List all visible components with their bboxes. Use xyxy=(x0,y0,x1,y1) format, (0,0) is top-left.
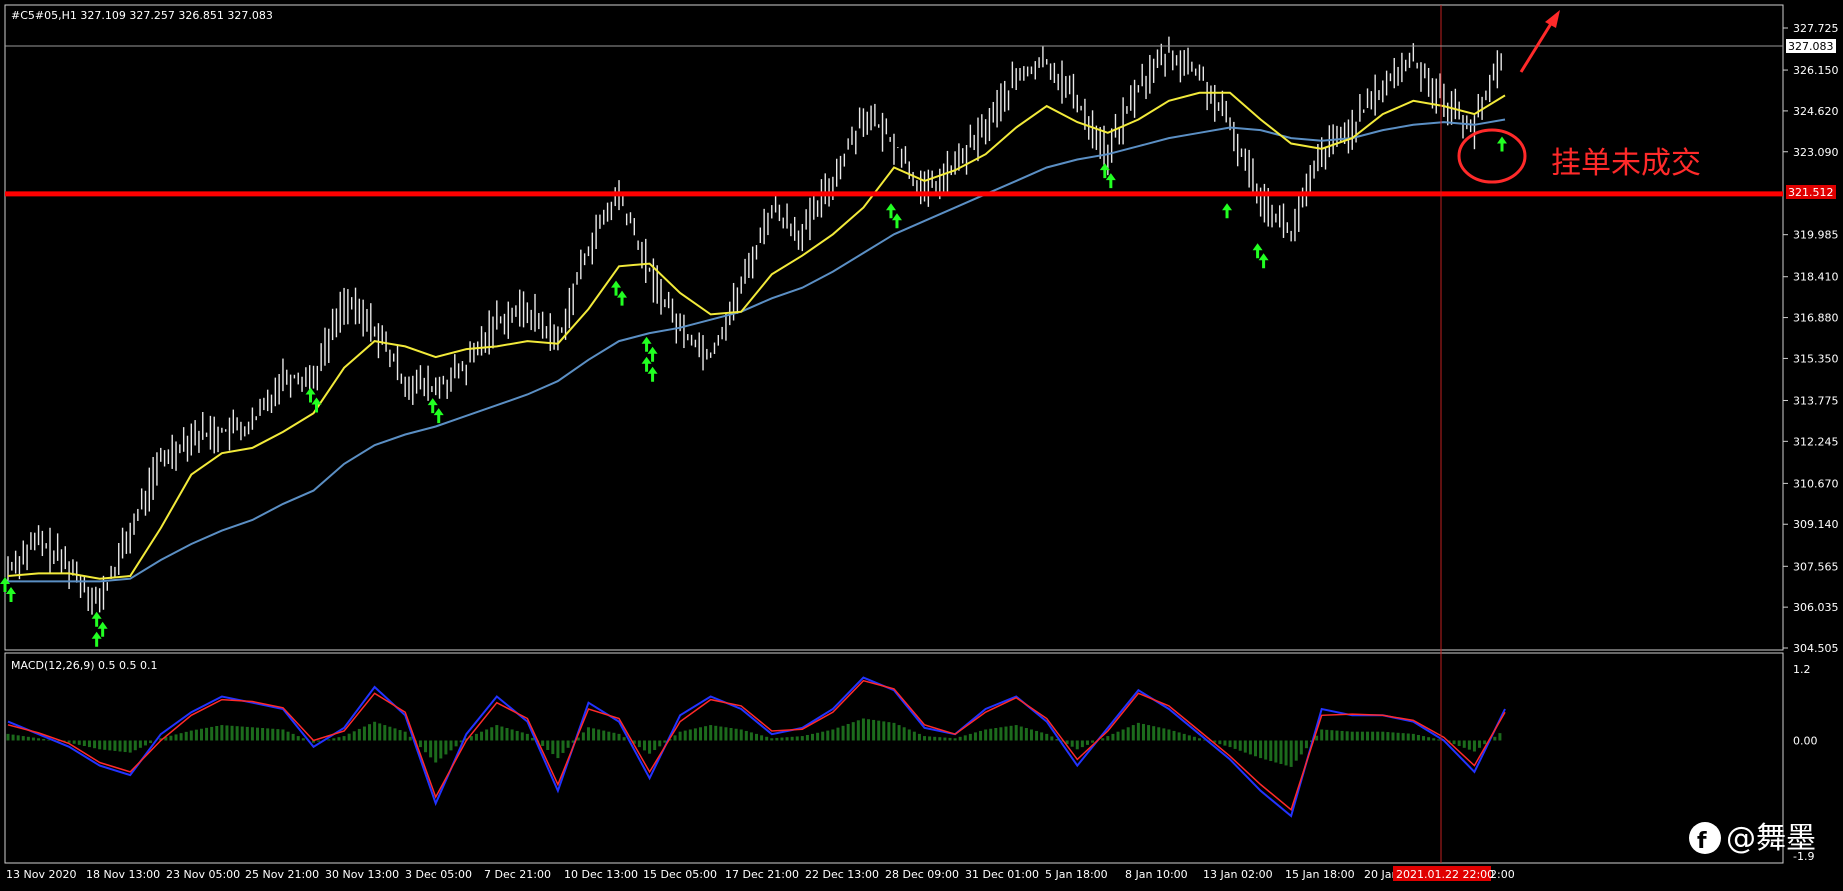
price-axis-tick: 324.620 xyxy=(1793,105,1839,118)
macd-axis-tick: 1.2 xyxy=(1793,663,1811,676)
background xyxy=(0,0,1843,891)
price-axis-tick: 327.725 xyxy=(1793,22,1839,35)
time-axis-tick: 15 Jan 18:00 xyxy=(1285,868,1355,881)
price-axis-tick: 310.670 xyxy=(1793,477,1839,490)
price-axis-tick: 309.140 xyxy=(1793,518,1839,531)
price-axis-tick: 318.410 xyxy=(1793,271,1839,284)
current-price-label: 327.083 xyxy=(1788,40,1834,53)
time-axis-tick: 28 Dec 09:00 xyxy=(885,868,959,881)
price-axis-tick: 323.090 xyxy=(1793,146,1839,159)
time-axis-tick: 8 Jan 10:00 xyxy=(1125,868,1188,881)
price-axis-tick: 315.350 xyxy=(1793,352,1839,365)
price-axis-tick: 306.035 xyxy=(1793,601,1839,614)
annotation-text: 挂单未成交 xyxy=(1551,146,1701,181)
level-price-label: 321.512 xyxy=(1788,186,1834,199)
time-axis-tick: 17 Dec 21:00 xyxy=(725,868,799,881)
time-axis-tick: 31 Dec 01:00 xyxy=(965,868,1039,881)
price-axis-tick: 312.245 xyxy=(1793,435,1839,448)
time-axis-tick: 10 Dec 13:00 xyxy=(564,868,638,881)
time-axis-tick: 25 Nov 21:00 xyxy=(245,868,319,881)
chart-frame: #C5#05,H1 327.109 327.257 326.851 327.08… xyxy=(0,0,1843,891)
price-axis-tick: 313.775 xyxy=(1793,394,1839,407)
time-axis-tick: 5 Jan 18:00 xyxy=(1045,868,1108,881)
price-axis-tick: 319.985 xyxy=(1793,229,1839,242)
watermark-logo-glyph: f xyxy=(1697,829,1707,854)
time-axis: 13 Nov 2020 18 Nov 13:00 23 Nov 05:00 25 No… xyxy=(6,868,1515,881)
time-axis-tick: 23 Nov 05:00 xyxy=(166,868,240,881)
macd-title: MACD(12,26,9) 0.5 0.5 0.1 xyxy=(11,659,158,672)
time-axis-tick: 15 Dec 05:00 xyxy=(643,868,717,881)
time-axis-tick: 30 Nov 13:00 xyxy=(325,868,399,881)
symbol-header: #C5#05,H1 327.109 327.257 326.851 327.08… xyxy=(11,9,273,22)
time-axis-tick: 13 Nov 2020 xyxy=(6,868,76,881)
crosshair-time-label: 2021.01.22 22:00 xyxy=(1396,868,1494,881)
time-axis-tick: 13 Jan 02:00 xyxy=(1203,868,1273,881)
time-axis-tick: 3 Dec 05:00 xyxy=(405,868,472,881)
price-axis-tick: 326.150 xyxy=(1793,64,1839,77)
price-axis-tick: 307.565 xyxy=(1793,560,1839,573)
price-axis-tick: 304.505 xyxy=(1793,642,1839,655)
macd-axis-tick: 0.00 xyxy=(1793,734,1818,747)
time-axis-tick: 18 Nov 13:00 xyxy=(86,868,160,881)
price-axis-tick: 316.880 xyxy=(1793,312,1839,325)
time-axis-tick: 7 Dec 21:00 xyxy=(484,868,551,881)
time-axis-tick: 22 Dec 13:00 xyxy=(805,868,879,881)
watermark-text: @舞墨 xyxy=(1726,821,1816,856)
